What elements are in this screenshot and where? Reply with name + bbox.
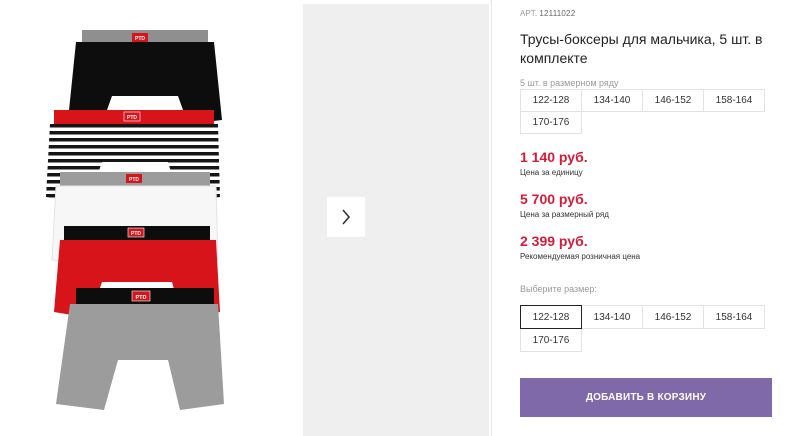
product-gallery: PTD PTD PTD PTD PTD <box>0 0 492 436</box>
size-selector: 122-128 134-140 146-152 158-164 170-176 <box>520 305 765 352</box>
product-image[interactable]: PTD PTD PTD PTD PTD <box>40 12 240 432</box>
set-price: 5 700 руб. <box>520 191 588 207</box>
brand-tag: PTD <box>129 177 139 183</box>
unit-price: 1 140 руб. <box>520 149 588 165</box>
boxer-grey: PTD <box>56 288 224 410</box>
pack-size-cell: 122-128 <box>520 89 582 112</box>
sku-line: АРТ. 12111022 <box>520 9 575 18</box>
gallery-next-button[interactable] <box>327 197 365 237</box>
brand-tag: PTD <box>127 115 137 121</box>
panel-divider <box>491 0 492 436</box>
sku-label: АРТ. <box>520 9 538 18</box>
choose-size-label: Выберите размер: <box>520 284 597 294</box>
pack-size-cell: 170-176 <box>520 111 582 134</box>
product-info-panel: АРТ. 12111022 Трусы-боксеры для мальчика,… <box>520 0 790 436</box>
pack-sizes-label: 5 шт. в размерном ряду <box>520 78 619 88</box>
pack-size-cell: 134-140 <box>581 89 643 112</box>
size-option[interactable]: 158-164 <box>703 305 765 329</box>
unit-price-label: Цена за единицу <box>520 168 583 177</box>
brand-tag: PTD <box>131 231 141 237</box>
sku-value: 12111022 <box>539 9 576 18</box>
size-option[interactable]: 134-140 <box>581 305 643 329</box>
brand-tag: PTD <box>135 36 145 42</box>
set-price-label: Цена за размерный ряд <box>520 210 609 219</box>
pack-size-grid: 122-128 134-140 146-152 158-164 170-176 <box>520 89 765 134</box>
brand-tag: PTD <box>136 295 147 301</box>
product-title: Трусы-боксеры для мальчика, 5 шт. в комп… <box>520 31 763 66</box>
add-to-cart-button[interactable]: ДОБАВИТЬ В КОРЗИНУ <box>520 378 772 417</box>
pack-size-cell: 146-152 <box>642 89 704 112</box>
size-option[interactable]: 170-176 <box>520 328 582 352</box>
pack-size-cell: 158-164 <box>703 89 765 112</box>
size-option-selected[interactable]: 122-128 <box>520 305 582 329</box>
chevron-right-icon <box>342 209 351 225</box>
boxer-black: PTD <box>68 30 222 124</box>
retail-price: 2 399 руб. <box>520 233 588 249</box>
size-option[interactable]: 146-152 <box>642 305 704 329</box>
retail-price-label: Рекомендуемая розничная цена <box>520 252 641 261</box>
